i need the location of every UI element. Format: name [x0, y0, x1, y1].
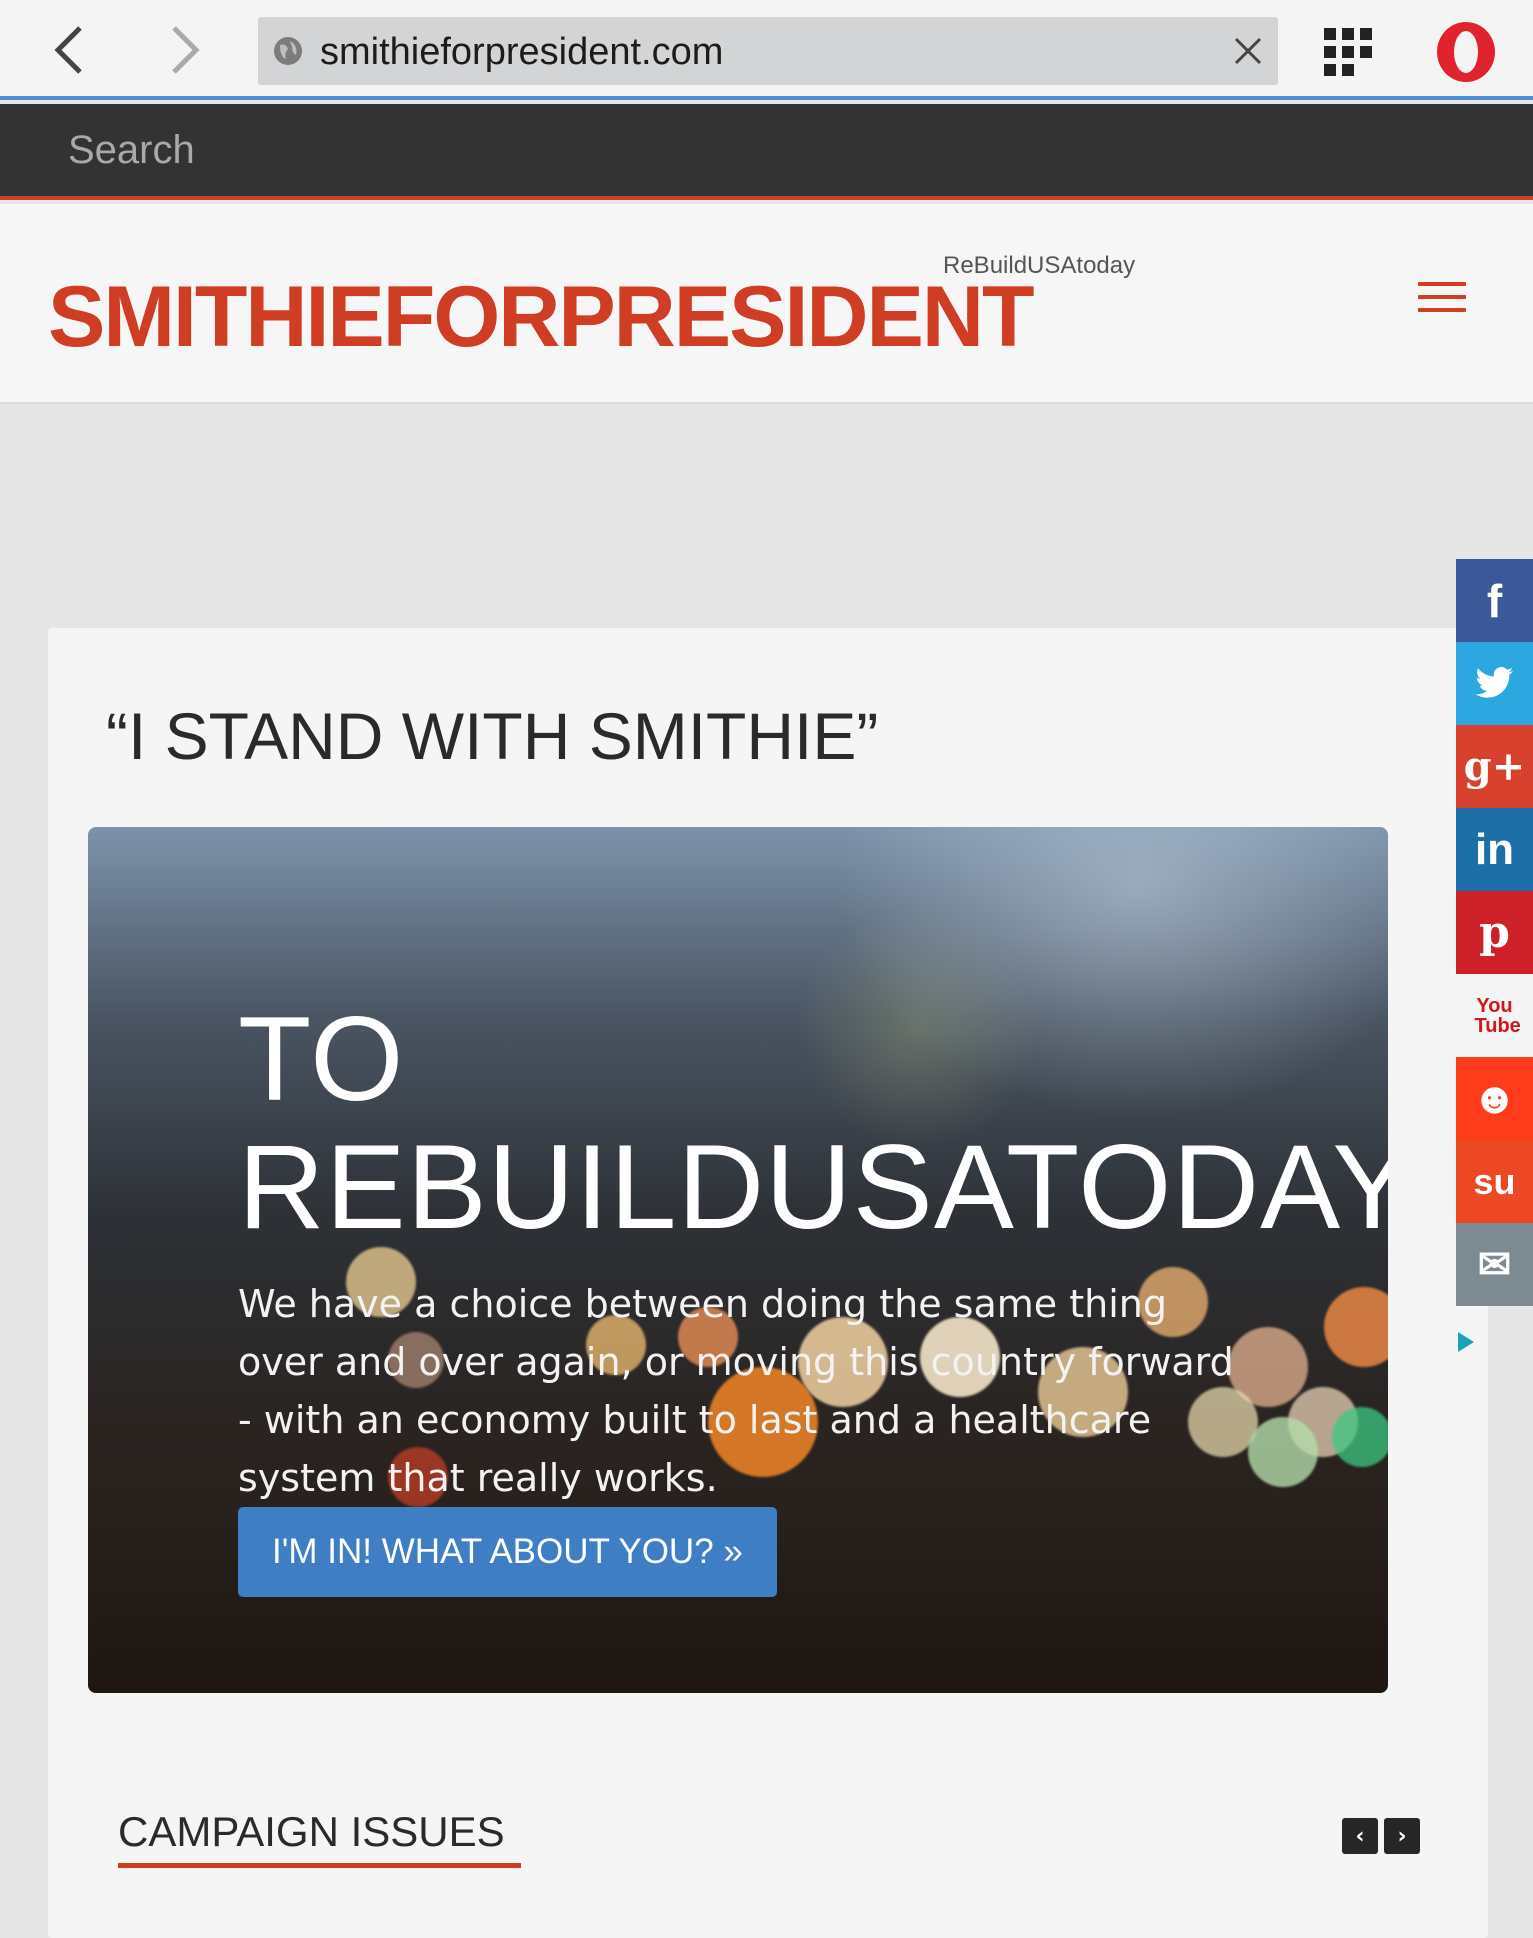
- globe-icon: [274, 37, 302, 65]
- facebook-share-button[interactable]: f: [1456, 559, 1533, 642]
- pinterest-icon: p: [1479, 907, 1510, 958]
- site-header: SMITHIEFORPRESIDENT ReBuildUSAtoday: [0, 204, 1533, 404]
- reddit-icon: ☻: [1471, 1073, 1518, 1123]
- site-logo[interactable]: SMITHIEFORPRESIDENT: [48, 268, 1035, 367]
- address-bar[interactable]: smithieforpresident.com: [258, 17, 1278, 85]
- hero-banner: TO REBUILDUSATODAY We have a choice betw…: [88, 827, 1388, 1693]
- carousel-next-button[interactable]: ›: [1384, 1818, 1420, 1854]
- join-campaign-button[interactable]: I'M IN! WHAT ABOUT YOU? »: [238, 1507, 777, 1597]
- url-text: smithieforpresident.com: [320, 31, 724, 73]
- reddit-share-button[interactable]: ☻: [1456, 1057, 1533, 1140]
- linkedin-icon: in: [1474, 824, 1515, 874]
- hero-title-line: TO: [238, 992, 405, 1126]
- carousel-prev-button[interactable]: ‹: [1342, 1818, 1378, 1854]
- bokeh-light: [1248, 1417, 1318, 1487]
- email-icon: ✉: [1477, 1242, 1512, 1287]
- chevron-left-icon: [54, 26, 82, 74]
- chevron-right-icon: [172, 26, 200, 74]
- hero-description: We have a choice between doing the same …: [238, 1282, 1234, 1500]
- site-search-bar: [0, 104, 1533, 200]
- social-share-bar: f g+ in p You Tube ☻ su ✉: [1456, 559, 1533, 1306]
- facebook-icon: f: [1486, 574, 1503, 627]
- google-plus-share-button[interactable]: g+: [1456, 725, 1533, 808]
- youtube-share-button[interactable]: You Tube: [1456, 974, 1533, 1057]
- section-title: CAMPAIGN ISSUES: [118, 1808, 505, 1855]
- search-input[interactable]: [66, 120, 1366, 180]
- hero-title-line: REBUILDUSATODAY: [238, 1120, 1388, 1254]
- google-plus-icon: g+: [1463, 743, 1526, 790]
- collapse-share-bar-icon[interactable]: [1456, 1330, 1476, 1354]
- browser-toolbar: smithieforpresident.com: [0, 0, 1533, 100]
- linkedin-share-button[interactable]: in: [1456, 808, 1533, 891]
- carousel-controls: ‹ ›: [1342, 1818, 1420, 1854]
- bokeh-light: [1332, 1407, 1388, 1467]
- twitter-icon: [1475, 666, 1513, 698]
- main-content-card: “I STAND WITH SMITHIE” TO REBUILDUSATODA…: [48, 628, 1488, 1938]
- email-share-button[interactable]: ✉: [1456, 1223, 1533, 1306]
- pinterest-share-button[interactable]: p: [1456, 891, 1533, 974]
- forward-button[interactable]: [158, 22, 214, 78]
- hamburger-menu-icon[interactable]: [1418, 282, 1466, 320]
- stumbleupon-icon: su: [1473, 1160, 1516, 1202]
- youtube-icon: You Tube: [1474, 994, 1521, 1037]
- close-icon[interactable]: [1232, 35, 1264, 67]
- section-title-underline: [118, 1863, 521, 1868]
- hero-title: TO REBUILDUSATODAY: [238, 995, 1388, 1251]
- stumbleupon-share-button[interactable]: su: [1456, 1140, 1533, 1223]
- back-button[interactable]: [40, 22, 96, 78]
- opera-menu-icon[interactable]: [1434, 20, 1498, 84]
- twitter-share-button[interactable]: [1456, 642, 1533, 725]
- page-title: “I STAND WITH SMITHIE”: [106, 699, 879, 773]
- site-tagline: ReBuildUSAtoday: [943, 252, 1136, 279]
- speed-dial-grid-icon[interactable]: [1322, 26, 1374, 78]
